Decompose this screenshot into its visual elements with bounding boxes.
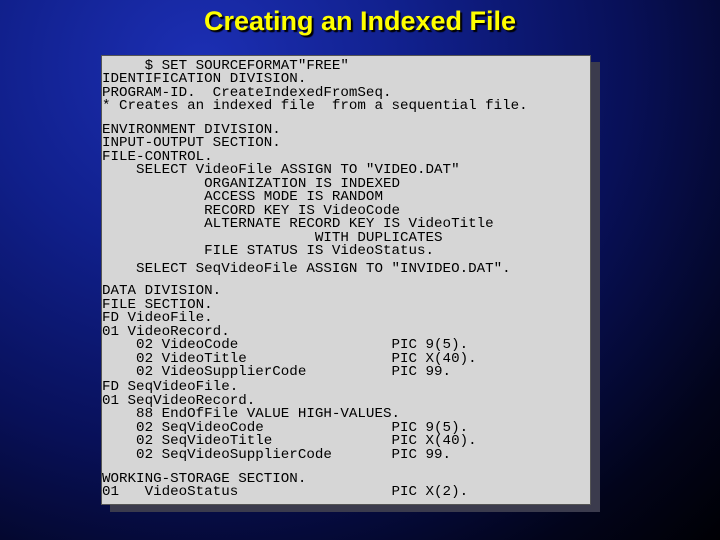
code-line: IDENTIFICATION DIVISION.	[102, 71, 307, 87]
code-line: SELECT VideoFile ASSIGN TO "VIDEO.DAT"	[102, 162, 460, 178]
code-line: ALTERNATE RECORD KEY IS VideoTitle	[102, 216, 494, 232]
code-line: 02 SeqVideoTitle PIC X(40).	[102, 433, 477, 449]
code-line: FD VideoFile.	[102, 310, 213, 326]
slide-title: Creating an Indexed File	[203, 6, 517, 36]
code-line: DATA DIVISION.	[102, 283, 222, 299]
code-line: ACCESS MODE IS RANDOM	[102, 189, 383, 205]
code-line: INPUT-OUTPUT SECTION.	[102, 135, 281, 151]
code-line: 02 SeqVideoSupplierCode PIC 99.	[102, 447, 452, 463]
code-line: 01 VideoStatus PIC X(2).	[102, 484, 469, 500]
code-line: FD SeqVideoFile.	[102, 379, 239, 395]
code-line: 02 VideoCode PIC 9(5).	[102, 337, 469, 353]
code-line: FILE STATUS IS VideoStatus.	[102, 243, 435, 259]
code-listing: $ SET SOURCEFORMAT"FREE" IDENTIFICATION …	[101, 55, 591, 505]
code-line: SELECT SeqVideoFile ASSIGN TO "INVIDEO.D…	[102, 261, 511, 277]
code-line: 02 VideoSupplierCode PIC 99.	[102, 364, 452, 380]
code-line: * Creates an indexed file from a sequent…	[102, 98, 528, 114]
code-line: 88 EndOfFile VALUE HIGH-VALUES.	[102, 406, 400, 422]
